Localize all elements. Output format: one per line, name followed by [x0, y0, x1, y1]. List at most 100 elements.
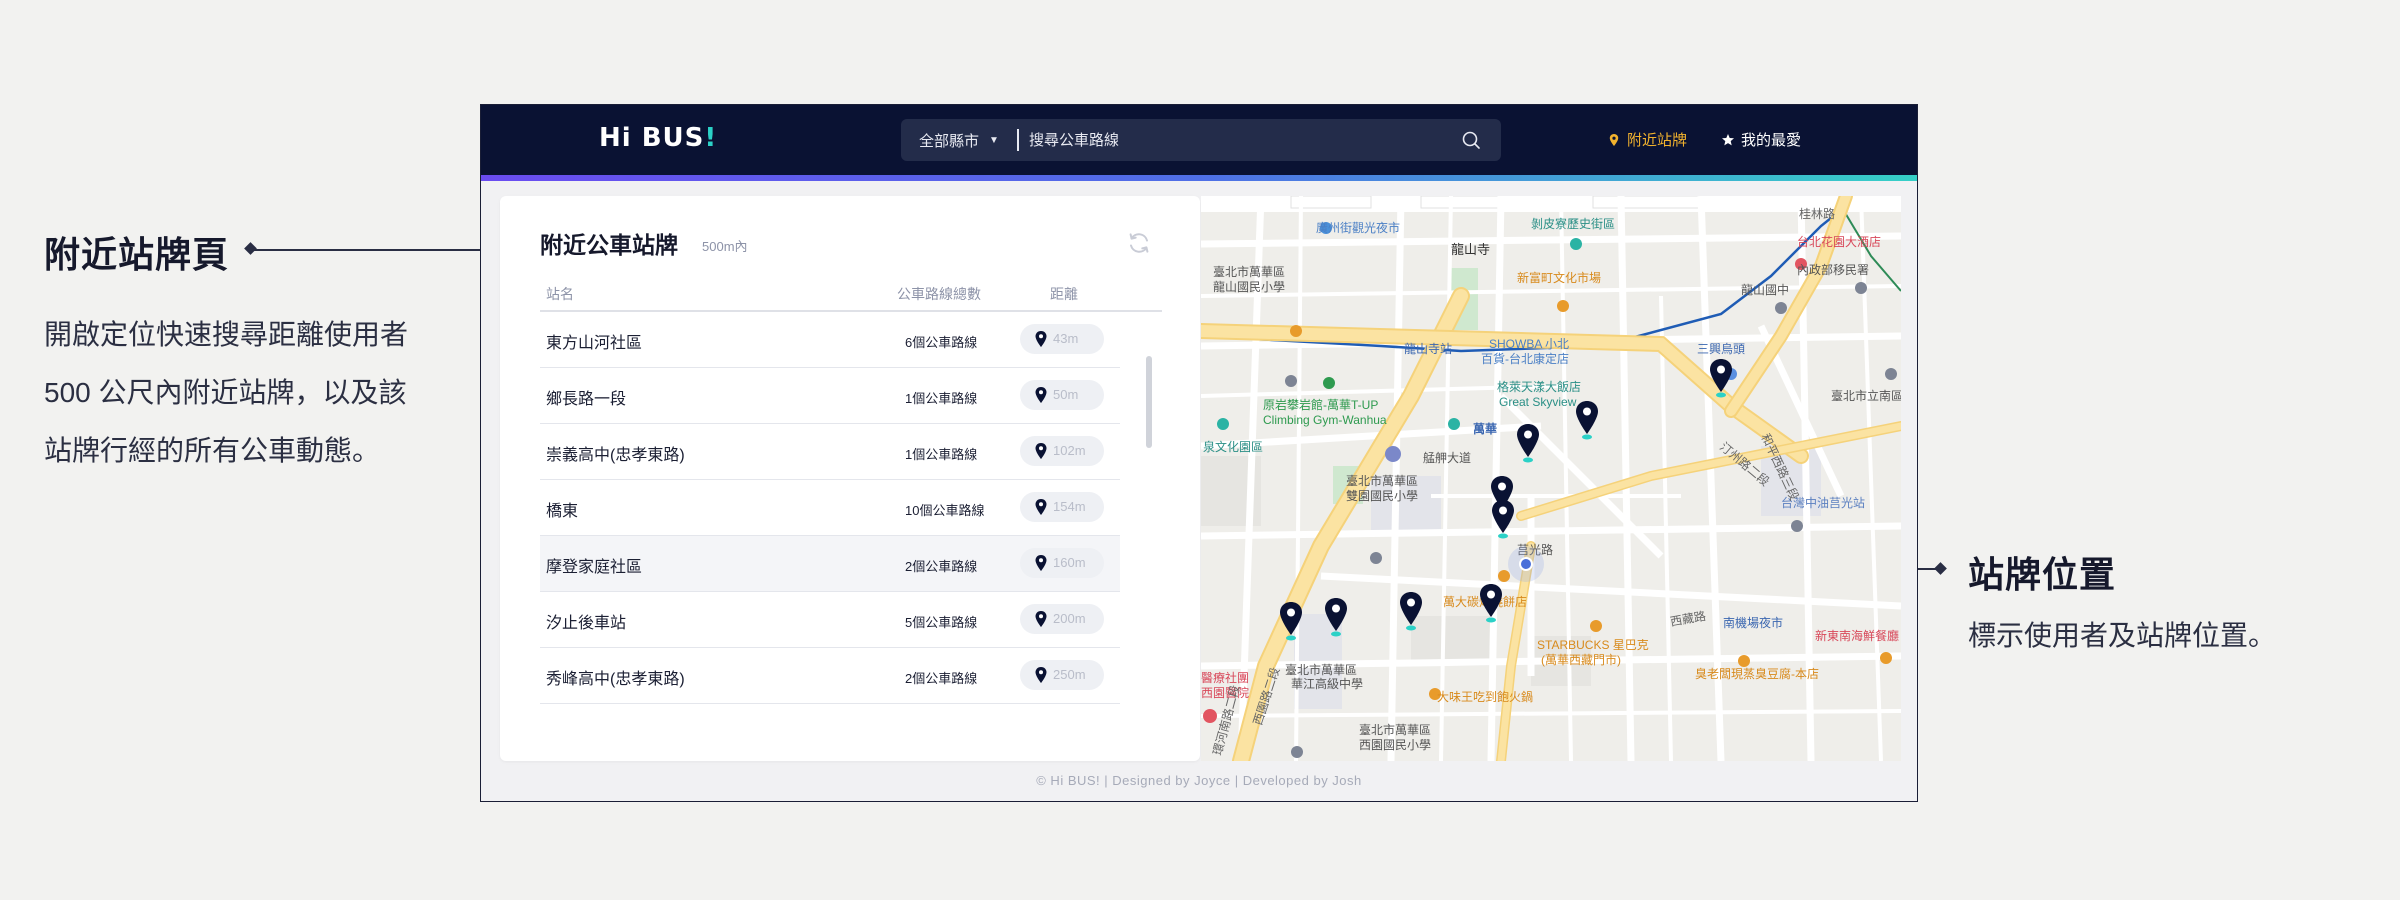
distance-badge: 250m	[1020, 660, 1104, 690]
distance-badge: 102m	[1020, 436, 1104, 466]
map-label: 新東南海鮮餐廳	[1815, 628, 1899, 643]
search-bar: 全部縣市 ▼	[901, 119, 1501, 161]
map-label: 龍山國中	[1741, 282, 1789, 297]
annotation-line: 開啟定位快速搜尋距離使用者	[44, 319, 409, 350]
distance-value: 160m	[1053, 555, 1086, 570]
search-icon[interactable]	[1461, 130, 1481, 150]
map-canvas[interactable]: 廣州街觀光夜市 龍山寺 剝皮寮歷史街區 桂林路 台北花園大酒店 臺北市萬華區 龍…	[1201, 196, 1901, 761]
header-accent-bar	[481, 175, 1917, 181]
scrollbar-thumb[interactable]	[1146, 356, 1152, 448]
nav-favorites-label: 我的最愛	[1741, 132, 1802, 149]
column-header-distance: 距離	[1050, 286, 1078, 302]
map-label: 臺北市萬華區	[1346, 473, 1418, 488]
route-count: 1個公車路線	[905, 391, 978, 406]
map-label: 南機場夜市	[1723, 615, 1783, 630]
city-select-value: 全部縣市	[919, 132, 980, 150]
map-label: 廣州街觀光夜市	[1316, 220, 1400, 235]
location-pin-icon	[1035, 611, 1047, 627]
nav-nearby-stops[interactable]: 附近站牌	[1607, 129, 1687, 150]
distance-badge: 154m	[1020, 492, 1104, 522]
location-pin-icon	[1035, 443, 1047, 459]
annotation-title: 附近站牌頁	[44, 234, 230, 275]
annotation-stop-location: 站牌位置 標示使用者及站牌位置。	[1968, 546, 2388, 656]
distance-badge: 43m	[1020, 324, 1104, 354]
route-count: 2個公車路線	[905, 671, 978, 686]
map-label: 泉文化園區	[1203, 439, 1263, 454]
stop-name: 東方山河社區	[546, 335, 643, 352]
nearby-stops-panel: 附近公車站牌 500m內 站名 公車路線總數 距離 東方山河社區 6個公車路線 43…	[500, 196, 1200, 761]
map-label: 大味王吃到飽火鍋	[1437, 689, 1533, 704]
map-label: 西園國民小學	[1359, 738, 1431, 752]
chevron-down-icon: ▼	[989, 134, 999, 146]
route-count: 1個公車路線	[905, 447, 978, 462]
annotation-line: 站牌行經的所有公車動態。	[44, 435, 381, 466]
stop-row[interactable]: 摩登家庭社區 2個公車路線 160m	[540, 536, 1120, 592]
map-label: (萬華西藏門市)	[1541, 652, 1621, 667]
stop-row[interactable]: 橋東 10個公車路線 154m	[540, 480, 1120, 536]
distance-value: 250m	[1053, 667, 1086, 682]
map-label: 萬華	[1473, 421, 1497, 436]
distance-value: 154m	[1053, 499, 1086, 514]
route-count: 6個公車路線	[905, 335, 978, 350]
map-label: Climbing Gym-Wanhua	[1263, 413, 1387, 427]
search-input[interactable]	[1029, 119, 1449, 161]
distance-badge: 200m	[1020, 604, 1104, 634]
location-pin-icon	[1035, 555, 1047, 571]
map-label: 原岩攀岩館-萬華T-UP	[1263, 397, 1378, 412]
map-view[interactable]: 廣州街觀光夜市 龍山寺 剝皮寮歷史街區 桂林路 台北花園大酒店 臺北市萬華區 龍…	[1201, 196, 1901, 761]
stop-name: 摩登家庭社區	[546, 559, 643, 576]
map-label: 百貨-台北康定店	[1481, 351, 1569, 366]
stop-row[interactable]: 東方山河社區 6個公車路線 43m	[540, 312, 1120, 368]
map-label: 龍山寺	[1451, 242, 1490, 257]
map-label: 新富町文化市場	[1517, 270, 1601, 285]
location-pin-icon	[1035, 331, 1047, 347]
stop-list: 東方山河社區 6個公車路線 43m 鄉長路一段 1個公車路線 50m 崇義高中(忠孝東路) 1…	[540, 312, 1120, 704]
top-navigation-bar: Hi BUS! 全部縣市 ▼ 附近站牌 我的最愛	[481, 105, 1917, 175]
annotation-description: 標示使用者及站牌位置。	[1968, 620, 2277, 651]
annotation-title: 站牌位置	[1968, 554, 2117, 595]
map-label: 內政部移民署	[1797, 262, 1869, 277]
stop-row[interactable]: 崇義高中(忠孝東路) 1個公車路線 102m	[540, 424, 1120, 480]
stop-name: 橋東	[546, 503, 579, 520]
distance-badge: 160m	[1020, 548, 1104, 578]
refresh-icon[interactable]	[1126, 230, 1152, 256]
route-count: 10個公車路線	[905, 503, 985, 518]
map-label: SHOWBA 小北	[1489, 337, 1569, 351]
panel-title: 附近公車站牌	[540, 232, 678, 258]
column-header-name: 站名	[546, 286, 574, 302]
annotation-nearby-page: 附近站牌頁 開啟定位快速搜尋距離使用者 500 公尺內附近站牌，以及該 站牌行經…	[44, 226, 474, 480]
user-location-marker	[1508, 546, 1544, 582]
column-header-route-count: 公車路線總數	[897, 286, 981, 302]
nav-favorites[interactable]: 我的最愛	[1721, 129, 1801, 150]
map-label: 臺北市萬華區	[1285, 662, 1357, 677]
stop-name: 崇義高中(忠孝東路)	[546, 447, 685, 464]
map-label: 龍山寺站	[1404, 341, 1452, 356]
map-label: 臭老闆現蒸臭豆腐-本店	[1695, 666, 1819, 681]
map-label: 華江高級中學	[1291, 676, 1363, 691]
map-label: 格萊天漾大飯店	[1497, 379, 1581, 394]
logo[interactable]: Hi BUS!	[599, 123, 717, 153]
distance-value: 102m	[1053, 443, 1086, 458]
stop-name: 鄉長路一段	[546, 391, 627, 408]
route-count: 5個公車路線	[905, 615, 978, 630]
map-label: 剝皮寮歷史街區	[1531, 216, 1615, 231]
map-label: 艋舺大道	[1423, 451, 1471, 465]
logo-accent: !	[704, 123, 718, 153]
stop-row[interactable]: 汐止後車站 5個公車路線 200m	[540, 592, 1120, 648]
annotation-connector-dot	[1934, 562, 1947, 575]
map-label: 臺北市立南區	[1831, 388, 1901, 403]
panel-subtitle: 500m內	[702, 239, 748, 254]
table-header: 站名 公車路線總數 距離	[540, 278, 1162, 312]
location-pin-icon	[1035, 667, 1047, 683]
map-label: 龍山國民小學	[1213, 279, 1285, 294]
map-label: Great Skyview	[1499, 395, 1577, 409]
map-label: 桂林路	[1799, 206, 1835, 221]
city-select[interactable]: 全部縣市 ▼	[901, 119, 1017, 161]
stop-row[interactable]: 鄉長路一段 1個公車路線 50m	[540, 368, 1120, 424]
map-label: STARBUCKS 星巴克	[1537, 638, 1649, 652]
stop-row[interactable]: 秀峰高中(忠孝東路) 2個公車路線 250m	[540, 648, 1120, 704]
app-window: Hi BUS! 全部縣市 ▼ 附近站牌 我的最愛	[480, 104, 1918, 802]
location-pin-icon	[1035, 499, 1047, 515]
location-pin-icon	[1609, 133, 1619, 146]
route-count: 2個公車路線	[905, 559, 978, 574]
